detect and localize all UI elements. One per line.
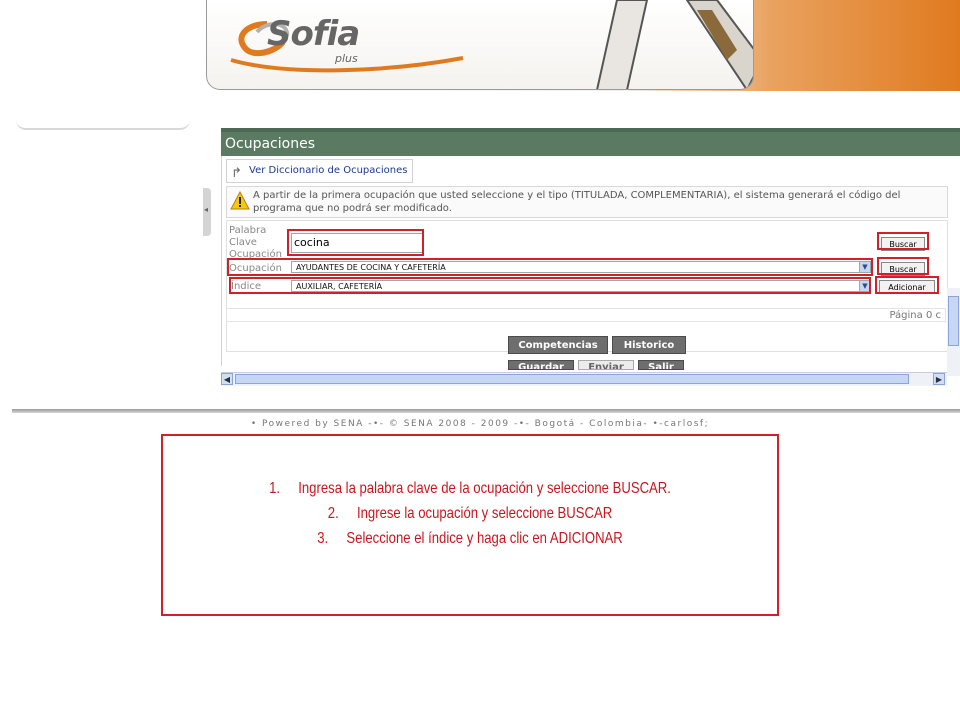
logo-banner: Sofia plus (206, 0, 754, 90)
instruction-item-2: 2. Ingrese la ocupación y seleccione BUS… (327, 505, 613, 522)
panel-title: Ocupaciones (221, 128, 960, 156)
salir-button[interactable]: Salir (638, 360, 684, 370)
instruction-item-3: 3. Seleccione el índice y haga clic en A… (317, 530, 623, 547)
vertical-scrollbar[interactable] (947, 288, 960, 376)
horizontal-scrollbar[interactable]: ◀ ▶ (221, 372, 947, 386)
highlight-search-1 (877, 232, 929, 250)
panel-body: ↱ Ver Diccionario de Ocupaciones A parti… (221, 156, 948, 370)
collapse-sidebar-tab[interactable]: ◂ (203, 188, 211, 236)
highlight-occupation (227, 258, 873, 276)
left-panel-shadow (16, 120, 190, 130)
highlight-keyword (287, 229, 424, 256)
historico-button[interactable]: Historico (612, 336, 686, 354)
vertical-scroll-thumb[interactable] (948, 296, 959, 346)
decorative-frame-graphic (596, 0, 753, 89)
keyword-label: Palabra Clave Ocupación (229, 225, 282, 260)
footer-text: • Powered by SENA -•- © SENA 2008 - 2009… (250, 419, 710, 429)
collapse-arrow-icon: ◂ (204, 205, 209, 214)
logo-subtext: plus (335, 52, 358, 65)
warning-icon (230, 191, 250, 210)
instruction-item-1: 1. Ingresa la palabra clave de la ocupac… (269, 480, 671, 497)
highlight-search-2 (877, 257, 929, 275)
highlight-add (875, 276, 939, 294)
warning-message: A partir de la primera ocupación que ust… (226, 186, 948, 218)
horizontal-scroll-thumb[interactable] (235, 374, 909, 384)
highlight-index (229, 277, 871, 294)
occupation-form: Palabra Clave Ocupación cocina Buscar Oc… (226, 220, 948, 352)
application-frame: ◂ Ocupaciones ↱ Ver Diccionario de Ocupa… (203, 128, 960, 394)
logo-text: Sofia (267, 14, 360, 54)
pagination-row: Página 0 c (226, 308, 946, 322)
instructions-box: 1. Ingresa la palabra clave de la ocupac… (161, 434, 779, 616)
dictionary-link[interactable]: ↱ Ver Diccionario de Ocupaciones (226, 159, 413, 183)
arrow-redo-icon: ↱ (231, 166, 242, 181)
page-divider (12, 409, 960, 413)
instructions-list: 1. Ingresa la palabra clave de la ocupac… (163, 476, 777, 551)
scroll-right-icon[interactable]: ▶ (933, 373, 945, 385)
competencias-button[interactable]: Competencias (508, 336, 608, 354)
warning-text: A partir de la primera ocupación que ust… (253, 190, 901, 214)
enviar-button[interactable]: Enviar (578, 360, 634, 370)
dictionary-link-label: Ver Diccionario de Ocupaciones (249, 165, 408, 176)
guardar-button[interactable]: Guardar (508, 360, 574, 370)
scroll-left-icon[interactable]: ◀ (221, 373, 233, 385)
